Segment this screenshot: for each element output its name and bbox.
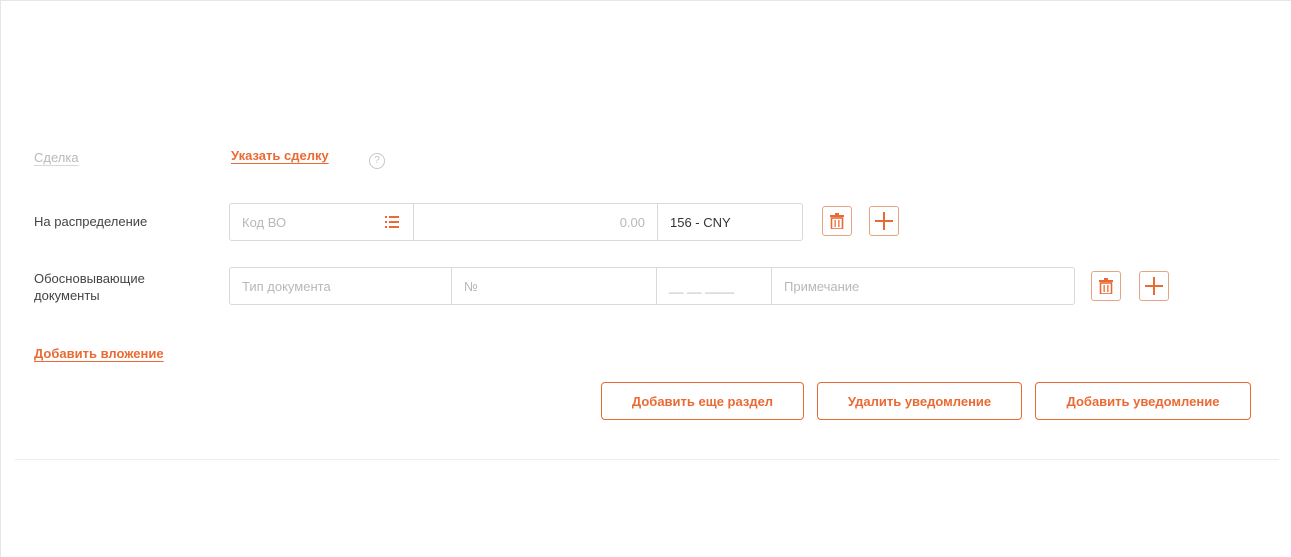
specify-deal-link[interactable]: Указать сделку (231, 148, 329, 163)
document-note-field[interactable]: Примечание (772, 268, 1074, 304)
plus-icon (1145, 277, 1163, 295)
add-section-button[interactable]: Добавить еще раздел (601, 382, 804, 420)
documents-label-line1: Обосновывающие (34, 271, 145, 286)
document-number-field[interactable]: № (452, 268, 657, 304)
currency-value: 156 - CNY (670, 214, 731, 230)
document-date-field[interactable]: __ __ ____ (657, 268, 772, 304)
plus-icon (875, 212, 893, 230)
help-icon[interactable]: ? (369, 153, 385, 169)
delete-document-button[interactable] (1091, 271, 1121, 301)
trash-icon (1099, 278, 1113, 294)
deal-label: Сделка (34, 150, 79, 165)
document-type-placeholder: Тип документа (242, 278, 331, 294)
code-vo-field[interactable]: Код ВО (230, 204, 414, 240)
distribution-label: На распределение (34, 214, 148, 229)
add-attachment-link[interactable]: Добавить вложение (34, 346, 164, 361)
document-date-placeholder: __ __ ____ (669, 278, 735, 294)
add-distribution-button[interactable] (869, 206, 899, 236)
code-vo-placeholder: Код ВО (242, 214, 287, 230)
delete-notification-button[interactable]: Удалить уведомление (817, 382, 1022, 420)
add-document-button[interactable] (1139, 271, 1169, 301)
distribution-fields: Код ВО 0.00 156 - CNY (229, 203, 803, 241)
add-notification-button[interactable]: Добавить уведомление (1035, 382, 1251, 420)
document-number-placeholder: № (464, 278, 478, 294)
notification-form: Сделка Указать сделку ? На распределение… (0, 0, 1291, 557)
section-divider (15, 459, 1279, 460)
amount-field[interactable]: 0.00 (414, 204, 658, 240)
currency-field[interactable]: 156 - CNY (658, 204, 802, 240)
amount-value: 0.00 (619, 214, 645, 230)
list-icon[interactable] (385, 216, 399, 228)
delete-distribution-button[interactable] (822, 206, 852, 236)
trash-icon (830, 213, 844, 229)
documents-fields: Тип документа № __ __ ____ Примечание (229, 267, 1075, 305)
documents-label-line2: документы (34, 288, 100, 303)
document-type-field[interactable]: Тип документа (230, 268, 452, 304)
document-note-placeholder: Примечание (784, 278, 860, 294)
